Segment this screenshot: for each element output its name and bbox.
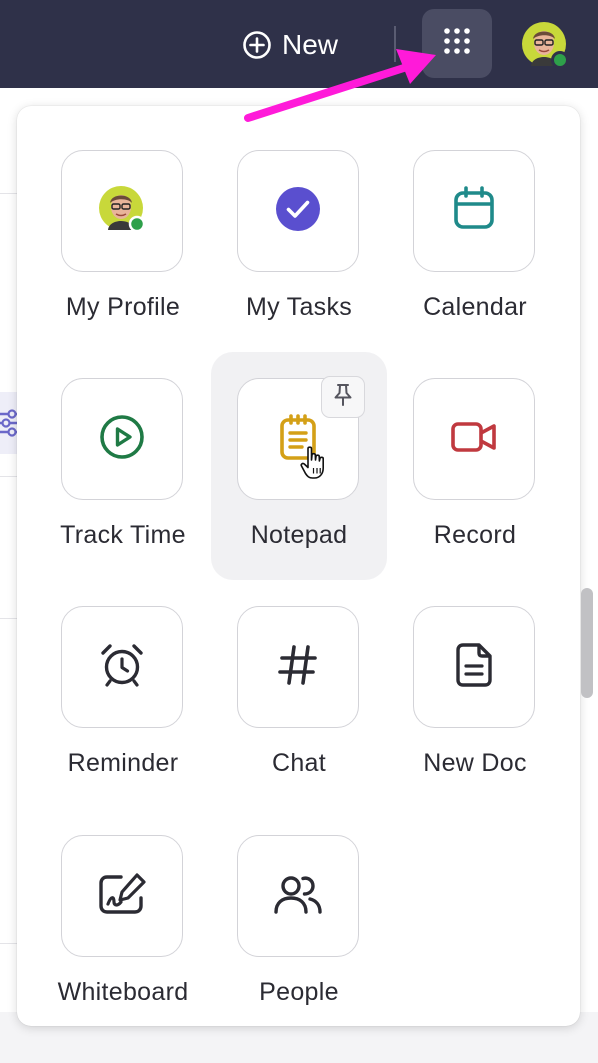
document-icon — [455, 642, 493, 693]
app-label: My Tasks — [245, 293, 353, 321]
app-whiteboard[interactable]: Whiteboard — [35, 835, 211, 1063]
app-tile-button[interactable] — [237, 150, 359, 272]
scrollbar-thumb[interactable] — [581, 588, 593, 698]
top-bar: New — [0, 0, 598, 88]
app-new-doc[interactable]: New Doc — [387, 606, 563, 834]
app-tile-button[interactable] — [61, 606, 183, 728]
app-tile-button[interactable] — [61, 150, 183, 272]
app-label: New Doc — [423, 749, 527, 777]
background-divider — [0, 618, 18, 619]
apps-popover: My Profile My Tasks Calendar Track Time … — [17, 106, 580, 1026]
app-calendar[interactable]: Calendar — [387, 150, 563, 378]
new-button[interactable]: New — [242, 24, 338, 66]
check-circle-icon — [275, 186, 321, 237]
background-divider — [0, 193, 18, 194]
app-tile-button[interactable] — [413, 606, 535, 728]
alarm-clock-icon — [99, 642, 145, 693]
background-divider — [0, 476, 18, 477]
app-tile-button[interactable] — [237, 835, 359, 957]
filter-button[interactable] — [0, 392, 18, 454]
app-label: Chat — [271, 749, 326, 777]
app-track-time[interactable]: Track Time — [35, 378, 211, 606]
app-label: My Profile — [65, 293, 181, 321]
hashtag-icon — [275, 642, 321, 693]
avatar-icon — [99, 185, 146, 237]
app-my-profile[interactable]: My Profile — [35, 150, 211, 378]
sliders-icon — [0, 409, 18, 458]
grid-dots-icon — [442, 26, 472, 61]
app-record[interactable]: Record — [387, 378, 563, 606]
video-camera-icon — [450, 420, 498, 459]
whiteboard-icon — [97, 872, 147, 921]
pin-icon — [332, 383, 354, 412]
app-tile-button[interactable] — [413, 150, 535, 272]
app-chat[interactable]: Chat — [211, 606, 387, 834]
app-label: People — [259, 978, 339, 1006]
play-circle-icon — [99, 414, 145, 465]
people-icon — [273, 872, 323, 921]
app-label: Calendar — [423, 293, 527, 321]
calendar-icon — [452, 185, 496, 237]
app-people[interactable]: People — [211, 835, 387, 1063]
app-label: Notepad — [250, 521, 348, 549]
apps-grid-button[interactable] — [422, 9, 492, 78]
hand-pointer-cursor-icon — [299, 445, 329, 486]
app-my-tasks[interactable]: My Tasks — [211, 150, 387, 378]
plus-circle-icon — [242, 30, 272, 60]
pin-button[interactable] — [321, 376, 365, 418]
app-tile-button[interactable] — [61, 378, 183, 500]
background-divider — [0, 943, 18, 944]
new-button-label: New — [282, 29, 339, 60]
app-tile-button[interactable] — [413, 378, 535, 500]
app-reminder[interactable]: Reminder — [35, 606, 211, 834]
app-label: Record — [433, 521, 517, 549]
user-avatar[interactable] — [522, 22, 569, 69]
app-notepad[interactable]: Notepad — [211, 352, 387, 580]
toolbar-divider — [394, 26, 396, 62]
app-label: Track Time — [60, 521, 186, 549]
app-tile-button[interactable] — [237, 606, 359, 728]
app-label: Reminder — [67, 749, 179, 777]
app-tile-button[interactable] — [61, 835, 183, 957]
app-label: Whiteboard — [57, 978, 189, 1006]
